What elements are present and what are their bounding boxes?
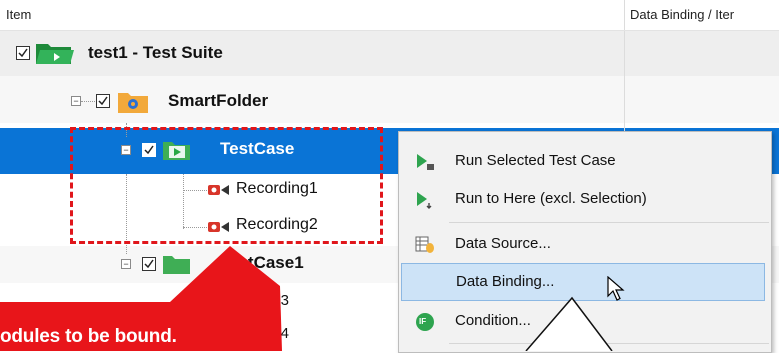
black-outline-arrow [525, 296, 613, 351]
menu-item-run-to-here[interactable]: Run to Here (excl. Selection) [399, 180, 771, 218]
menu-item-run-selected[interactable]: Run Selected Test Case [399, 142, 771, 180]
menu-item-label: Run Selected Test Case [455, 152, 616, 169]
column-header-data-binding[interactable]: Data Binding / Iter [630, 7, 734, 22]
annotation-highlight-box [70, 127, 383, 244]
column-divider[interactable] [624, 0, 625, 30]
callout-text: odules to be bound. [0, 326, 177, 347]
folder-collapse-toggle[interactable]: − [71, 96, 81, 106]
folder-label: SmartFolder [168, 91, 269, 110]
tree-connector [81, 101, 95, 102]
column-header: Item Data Binding / Iter [0, 0, 779, 31]
run-selected-icon [415, 152, 435, 172]
folder-checkbox[interactable] [96, 94, 110, 108]
suite-folder-icon [34, 40, 76, 66]
smart-folder-icon [116, 90, 150, 114]
suite-label: test1 - Test Suite [88, 43, 223, 62]
run-to-here-icon [415, 190, 435, 210]
menu-separator [449, 222, 769, 223]
menu-item-label: Run to Here (excl. Selection) [455, 190, 647, 207]
suite-checkbox[interactable] [16, 46, 30, 60]
column-header-item[interactable]: Item [6, 7, 31, 22]
